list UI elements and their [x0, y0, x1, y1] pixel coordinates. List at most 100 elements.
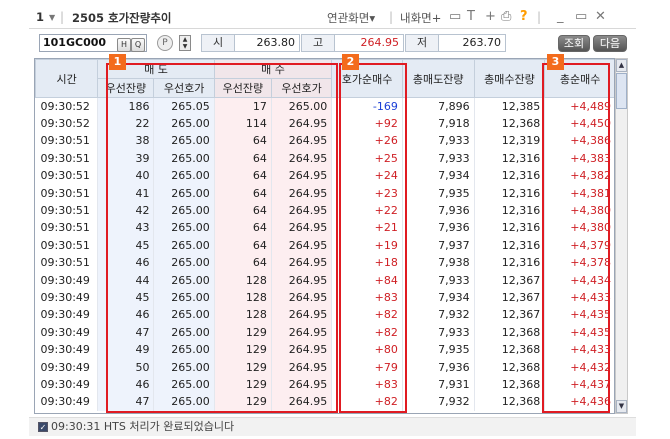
col-total-buy[interactable]: 총매수잔량 — [473, 59, 546, 98]
table-cell: 264.95 — [271, 340, 333, 359]
table-row[interactable]: 09:30:51 45 265.00 64 264.95 +19 7,937 12,316 +4… — [35, 236, 614, 255]
table-cell: 09:30:49 — [35, 358, 99, 376]
screen-number[interactable]: 1 — [36, 10, 44, 24]
open-label: 시 — [201, 34, 235, 52]
table-row[interactable]: 09:30:49 47 265.00 129 264.95 +82 7,932 12,368 +… — [35, 393, 614, 411]
table-cell: 128 — [214, 288, 272, 307]
table-row[interactable]: 09:30:51 46 265.00 64 264.95 +18 7,938 12,316 +4… — [35, 254, 614, 272]
table-row[interactable]: 09:30:51 40 265.00 64 264.95 +24 7,934 12,316 +4… — [35, 167, 614, 185]
table-row[interactable]: 09:30:51 43 265.00 64 264.95 +21 7,936 12,316 +4… — [35, 219, 614, 237]
table-cell: 265.05 — [153, 97, 215, 115]
table-row[interactable]: 09:30:51 38 265.00 64 264.95 +26 7,933 12,319 +4… — [35, 132, 614, 150]
table-cell: 7,933 — [402, 132, 475, 150]
my-screen-menu[interactable]: 내화면+ — [400, 10, 441, 26]
table-cell: 264.95 — [271, 201, 333, 220]
scroll-thumb[interactable] — [616, 73, 627, 109]
col-buy-qty[interactable]: 우선잔량 — [213, 78, 272, 98]
table-cell: 12,368 — [474, 393, 546, 411]
scroll-up-icon[interactable]: ▲ — [616, 59, 627, 72]
next-button[interactable]: 다음 — [593, 35, 627, 52]
col-buy-group: 매 수 — [213, 59, 333, 79]
table-cell: 46 — [97, 306, 155, 324]
table-cell: 12,368 — [474, 358, 546, 376]
table-row[interactable]: 09:30:51 39 265.00 64 264.95 +25 7,933 12,316 +4… — [35, 149, 614, 168]
table-cell: 50 — [97, 358, 155, 376]
table-row[interactable]: 09:30:52 22 265.00 114 264.95 +92 7,918 12,368 +… — [35, 114, 614, 133]
table-cell: +4,381 — [544, 184, 614, 202]
window-link-icon[interactable]: ▭ — [449, 9, 461, 24]
table-cell: 128 — [214, 306, 272, 324]
add-icon[interactable]: + — [485, 9, 496, 24]
table-cell: 47 — [97, 323, 155, 341]
table-cell: +4,436 — [544, 393, 614, 411]
table-cell: 09:30:52 — [35, 97, 99, 115]
table-row[interactable]: 09:30:49 50 265.00 129 264.95 +79 7,936 12,368 +… — [35, 358, 614, 376]
table-cell: 44 — [97, 271, 155, 289]
table-row[interactable]: 09:30:49 44 265.00 128 264.95 +84 7,933 12,367 +… — [35, 271, 614, 289]
table-cell: 09:30:49 — [35, 323, 99, 341]
search-icon[interactable]: Q — [131, 38, 145, 52]
status-check-icon[interactable]: ✓ — [38, 422, 48, 432]
table-cell: +4,437 — [544, 375, 614, 394]
screen-dropdown-icon[interactable]: ▼ — [49, 13, 55, 22]
low-value: 263.70 — [438, 34, 506, 52]
table-cell: 12,368 — [474, 375, 546, 394]
col-time[interactable]: 시간 — [35, 59, 99, 98]
col-sell-price[interactable]: 우선호가 — [153, 78, 215, 98]
table-cell: 264.95 — [271, 323, 333, 341]
table-cell: +4,378 — [544, 254, 614, 272]
table-cell: 7,936 — [402, 201, 475, 220]
table-cell: 265.00 — [153, 167, 215, 185]
scroll-down-icon[interactable]: ▼ — [616, 400, 627, 413]
query-button[interactable]: 조회 — [558, 35, 590, 52]
table-cell: 264.95 — [271, 393, 333, 411]
col-sell-qty[interactable]: 우선잔량 — [97, 78, 155, 98]
table-cell: 265.00 — [153, 254, 215, 272]
table-cell: 7,937 — [402, 236, 475, 255]
table-cell: 265.00 — [153, 358, 215, 376]
vertical-scrollbar[interactable]: ▲ ▼ — [615, 58, 628, 414]
print-icon[interactable]: ⎙ — [501, 9, 511, 24]
table-cell: 129 — [214, 358, 272, 376]
table-cell: 265.00 — [153, 236, 215, 255]
col-total-sell[interactable]: 총매도잔량 — [401, 59, 475, 98]
table-cell: 7,936 — [402, 219, 475, 237]
status-bar: ✓ 09:30:31 HTS 처리가 완료되었습니다 — [29, 417, 636, 436]
table-cell: +4,380 — [544, 201, 614, 220]
table-cell: 09:30:51 — [35, 132, 99, 150]
close-icon[interactable]: ✕ — [595, 9, 606, 24]
table-cell: 265.00 — [153, 184, 215, 202]
table-row[interactable]: 09:30:49 45 265.00 128 264.95 +83 7,934 12,367 +… — [35, 288, 614, 307]
help-icon[interactable]: ? — [520, 9, 528, 24]
table-cell: 129 — [214, 375, 272, 394]
col-buy-price[interactable]: 우선호가 — [270, 78, 333, 98]
table-cell: 264.95 — [271, 358, 333, 376]
table-cell: +18 — [331, 254, 403, 272]
table-row[interactable]: 09:30:49 46 265.00 129 264.95 +83 7,931 12,368 +… — [35, 375, 614, 394]
p-button[interactable]: P — [157, 35, 173, 51]
table-row[interactable]: 09:30:49 46 265.00 128 264.95 +82 7,932 12,367 +… — [35, 306, 614, 324]
table-cell: 64 — [214, 219, 272, 237]
table-row[interactable]: 09:30:49 49 265.00 129 264.95 +80 7,935 12,368 +… — [35, 340, 614, 359]
separator: | — [389, 10, 394, 24]
text-size-icon[interactable]: T — [467, 9, 475, 24]
table-row[interactable]: 09:30:51 42 265.00 64 264.95 +22 7,936 12,316 +4… — [35, 201, 614, 220]
stepper-icon[interactable]: ▲ ▼ — [179, 35, 191, 51]
table-cell: 64 — [214, 184, 272, 202]
table-cell: 264.95 — [271, 167, 333, 185]
table-cell: 09:30:52 — [35, 114, 99, 133]
table-cell: 12,316 — [474, 254, 546, 272]
h-button[interactable]: H — [117, 38, 131, 52]
table-cell: +26 — [331, 132, 403, 150]
table-row[interactable]: 09:30:51 41 265.00 64 264.95 +23 7,935 12,316 +4… — [35, 184, 614, 202]
table-row[interactable]: 09:30:49 47 265.00 129 264.95 +82 7,933 12,368 +… — [35, 323, 614, 341]
table-cell: +4,386 — [544, 132, 614, 150]
table-cell: 12,316 — [474, 184, 546, 202]
minimize-icon[interactable]: _ — [557, 9, 564, 24]
table-body: 09:30:52 186 265.05 17 265.00 -169 7,896 12,385… — [35, 97, 614, 411]
table-cell: +4,433 — [544, 288, 614, 307]
table-row[interactable]: 09:30:52 186 265.05 17 265.00 -169 7,896 12,385… — [35, 97, 614, 115]
maximize-icon[interactable]: ▭ — [575, 9, 587, 24]
hoga-table: 시간 매 도 매 수 호가순매수 총매도잔량 총매수잔량 총순매수 우선잔량 우… — [34, 58, 615, 414]
linked-screen-menu[interactable]: 연관화면▾ — [327, 10, 375, 26]
